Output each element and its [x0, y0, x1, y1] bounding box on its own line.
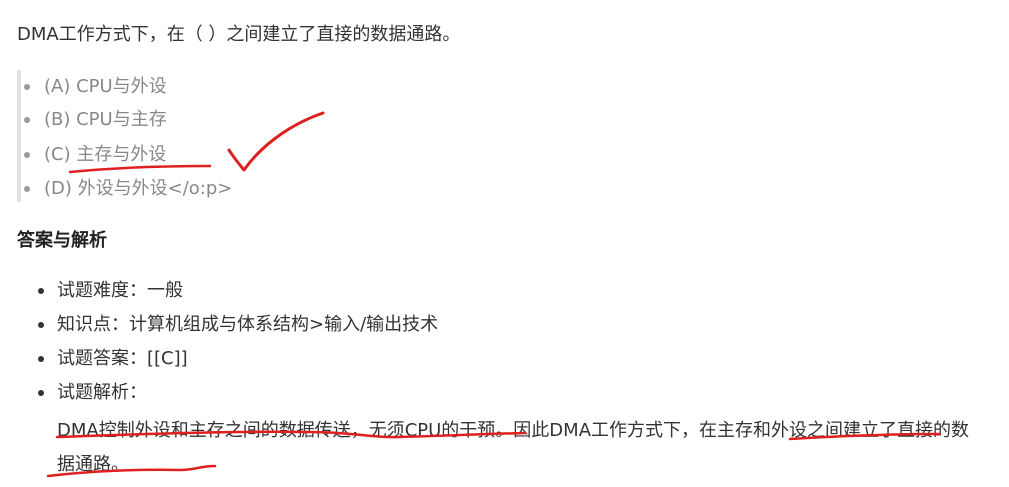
bullet-icon — [38, 390, 44, 396]
analysis-text: DMA控制外设和主存之间的数据传送，无须CPU的干预。因此DMA工作方式下，在主… — [57, 420, 970, 475]
option-b: (B) CPU与主存 — [24, 107, 167, 133]
option-label: (A) CPU与外设 — [44, 76, 167, 97]
bullet-icon — [24, 152, 30, 158]
bullet-icon — [24, 186, 30, 192]
bullet-icon — [38, 322, 44, 328]
answer-text: 试题答案：[[C]] — [57, 348, 188, 369]
option-label: (D) 外设与外设</o:p> — [44, 178, 233, 199]
analysis-item: 试题解析： — [38, 380, 147, 406]
difficulty-text: 试题难度：一般 — [57, 280, 183, 301]
answer-section-title: 答案与解析 — [17, 230, 107, 251]
option-a: (A) CPU与外设 — [24, 74, 167, 100]
bullet-icon — [24, 117, 30, 123]
option-c: (C) 主存与外设 — [24, 142, 167, 168]
bullet-icon — [38, 356, 44, 362]
option-d: (D) 外设与外设</o:p> — [24, 176, 233, 202]
option-label: (B) CPU与主存 — [44, 109, 167, 130]
bullet-icon — [24, 84, 30, 90]
analysis-label: 试题解析： — [57, 382, 147, 403]
knowledge-point-text: 知识点：计算机组成与体系结构>输入/输出技术 — [57, 314, 439, 335]
option-label: (C) 主存与外设 — [44, 144, 167, 165]
question-text: DMA工作方式下，在（ ）之间建立了直接的数据通路。 — [17, 24, 461, 45]
difficulty-item: 试题难度：一般 — [38, 278, 183, 304]
answer-item: 试题答案：[[C]] — [38, 346, 188, 372]
bullet-icon — [38, 288, 44, 294]
knowledge-point-item: 知识点：计算机组成与体系结构>输入/输出技术 — [38, 312, 439, 338]
